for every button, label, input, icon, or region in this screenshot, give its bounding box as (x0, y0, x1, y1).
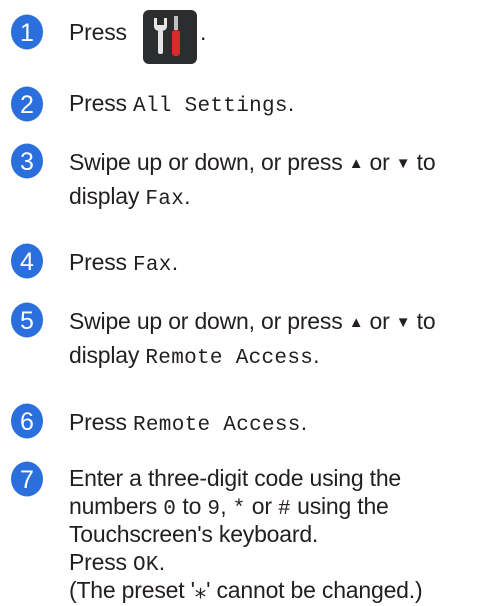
step-5-line-2: display Remote Access. (69, 339, 320, 375)
step-number-2-icon: 2 (10, 86, 44, 122)
step-3-text-d: display (69, 183, 146, 209)
step-1-label: Press (69, 19, 127, 45)
step-5-text-a: Swipe up or down, or press (69, 308, 349, 334)
fax-option: Fax (132, 254, 172, 277)
step-6-period: . (300, 409, 307, 435)
step-7-text-b: numbers (69, 493, 164, 519)
svg-text:6: 6 (20, 408, 34, 436)
step-7-text-i: . (158, 549, 165, 575)
preset-star-symbol: ⁎ (194, 577, 207, 603)
remote-access-option: Remote Access (132, 414, 301, 437)
star-key: * (232, 498, 246, 521)
step-4-text: Press Fax. (69, 246, 178, 282)
step-number-3-icon: 3 (10, 143, 44, 179)
step-2-text: Press All Settings. (69, 87, 294, 123)
step-number-4-icon: 4 (10, 243, 44, 279)
up-arrow-icon: ▲ (348, 155, 364, 172)
digit-zero: 0 (163, 498, 177, 521)
step-7-text-h: Press (69, 549, 133, 575)
step-7-text-g: Touchscreen's keyboard. (69, 521, 319, 547)
svg-text:7: 7 (20, 466, 34, 494)
step-5-text-d: display (69, 342, 146, 368)
step-7-text-c: to (176, 493, 208, 519)
step-7-line-5: (The preset '⁎' cannot be changed.) (69, 576, 423, 604)
svg-text:3: 3 (20, 148, 34, 176)
step-7-text-e: or (245, 493, 278, 519)
ok-option: OK (132, 554, 159, 577)
settings-button[interactable] (143, 10, 197, 64)
step-7-text-f: using the (290, 493, 389, 519)
step-5-period: . (313, 342, 320, 368)
step-5-line-1: Swipe up or down, or press ▲ or ▼ to (69, 305, 436, 341)
down-arrow-icon: ▼ (395, 155, 411, 172)
step-1-text: Press (69, 16, 127, 49)
step-1-period-text: . (200, 19, 207, 45)
step-7-text-k: ' cannot be changed.) (206, 577, 423, 603)
step-7-line-1: Enter a three-digit code using the (69, 464, 401, 492)
fax-option: Fax (145, 188, 185, 211)
step-number-7-icon: 7 (10, 461, 44, 497)
hash-key: # (278, 498, 291, 521)
step-7-text-a: Enter a three-digit code using the (69, 465, 402, 491)
step-2-period: . (287, 90, 295, 116)
step-2: 2 Press All Settings. (0, 84, 499, 124)
step-1: 1 Press . (0, 4, 499, 66)
step-4-period: . (171, 249, 178, 275)
step-6-label: Press (69, 409, 133, 435)
step-5: 5 Swipe up or down, or press ▲ or ▼ to d… (0, 302, 499, 382)
step-3-line-2: display Fax. (69, 180, 191, 216)
step-3-text-a: Swipe up or down, or press (69, 149, 349, 175)
down-arrow-icon: ▼ (395, 314, 411, 331)
step-6: 6 Press Remote Access. (0, 403, 499, 443)
step-5-text-c: to (410, 308, 436, 334)
svg-text:1: 1 (20, 19, 34, 47)
step-2-label: Press (69, 90, 133, 116)
step-7-text-d: , (220, 493, 233, 519)
step-3-text-b: or (363, 149, 396, 175)
remote-access-option: Remote Access (145, 347, 314, 370)
step-4: 4 Press Fax. (0, 243, 499, 283)
svg-text:4: 4 (20, 248, 34, 276)
step-3-line-1: Swipe up or down, or press ▲ or ▼ to (69, 146, 436, 182)
step-6-text: Press Remote Access. (69, 406, 307, 442)
digit-nine: 9 (207, 498, 221, 521)
up-arrow-icon: ▲ (348, 314, 364, 331)
step-7: 7 Enter a three-digit code using the num… (0, 461, 499, 606)
step-3: 3 Swipe up or down, or press ▲ or ▼ to d… (0, 143, 499, 223)
step-number-6-icon: 6 (10, 403, 44, 439)
step-4-label: Press (69, 249, 133, 275)
svg-text:5: 5 (20, 307, 34, 335)
svg-text:2: 2 (20, 91, 34, 119)
step-number-5-icon: 5 (10, 302, 44, 338)
step-3-period: . (184, 183, 191, 209)
step-7-line-3: Touchscreen's keyboard. (69, 520, 318, 548)
step-5-text-b: or (363, 308, 396, 334)
step-3-text-c: to (410, 149, 436, 175)
settings-tools-icon (154, 16, 180, 56)
step-number-1-icon: 1 (10, 14, 44, 50)
step-7-text-j: (The preset ' (69, 577, 195, 603)
step-1-period: . (200, 16, 206, 49)
all-settings-option: All Settings (132, 95, 288, 118)
